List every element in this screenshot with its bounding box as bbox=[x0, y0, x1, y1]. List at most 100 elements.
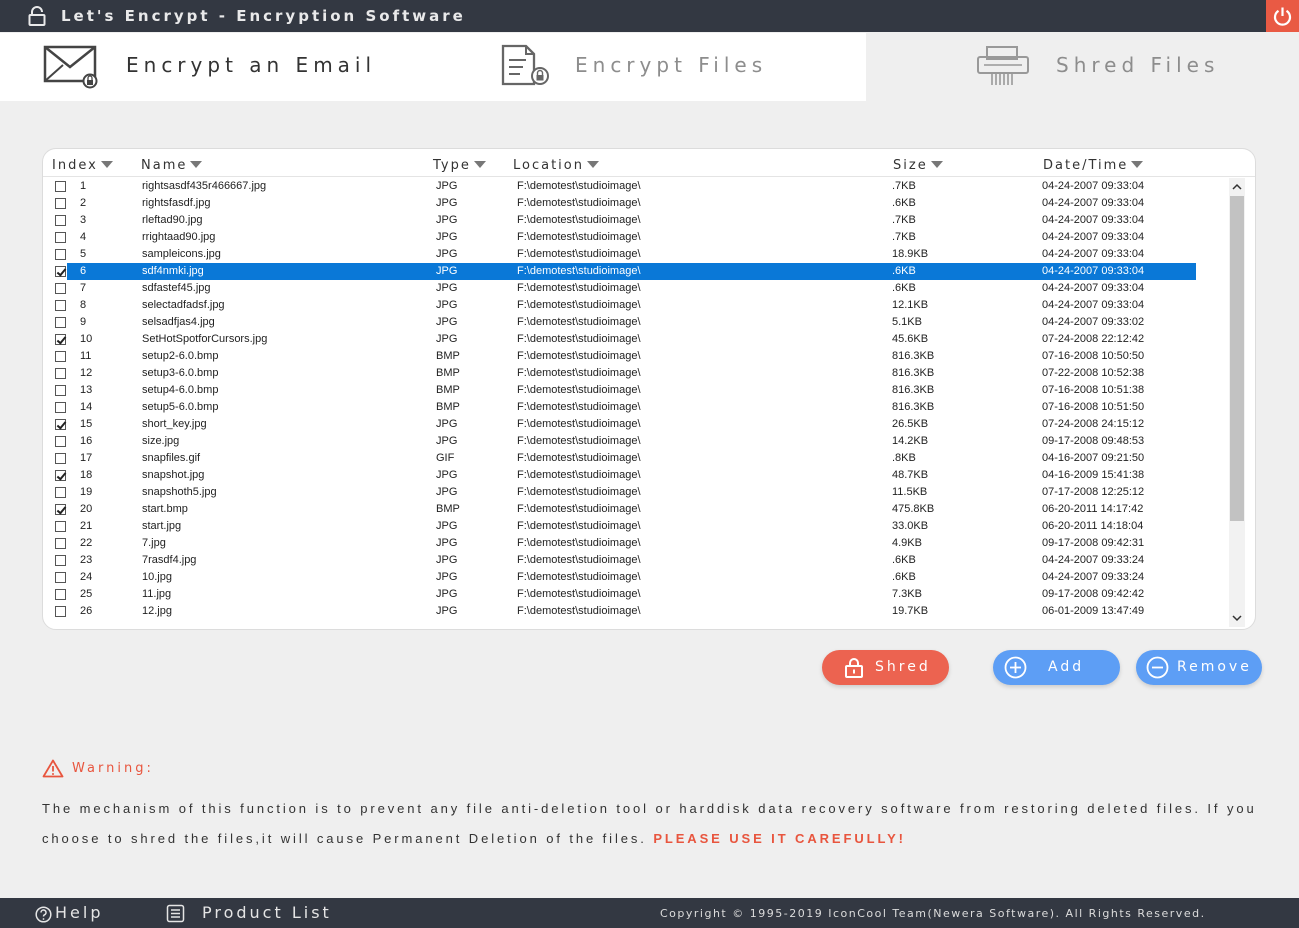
cell-name: setup4-6.0.bmp bbox=[142, 384, 219, 396]
minus-circle-icon bbox=[1146, 656, 1169, 679]
table-row[interactable]: 10 SetHotSpotforCursors.jpg JPG F:\demotest… bbox=[43, 331, 1229, 348]
cell-type: JPG bbox=[436, 469, 458, 481]
row-checkbox[interactable] bbox=[55, 589, 66, 600]
cell-location: F:\demotest\studioimage\ bbox=[517, 265, 641, 277]
row-checkbox[interactable] bbox=[55, 436, 66, 447]
table-row[interactable]: 12 setup3-6.0.bmp BMP F:\demotest\studioima… bbox=[43, 365, 1229, 382]
add-button-label: Add bbox=[1048, 659, 1085, 675]
row-checkbox[interactable] bbox=[55, 198, 66, 209]
table-row[interactable]: 22 7.jpg JPG F:\demotest\studioimage\ 4.9KB 0… bbox=[43, 535, 1229, 552]
shred-button[interactable]: Shred bbox=[822, 650, 949, 685]
row-checkbox[interactable] bbox=[55, 266, 66, 277]
row-checkbox[interactable] bbox=[55, 538, 66, 549]
row-checkbox[interactable] bbox=[55, 572, 66, 583]
cell-size: .8KB bbox=[892, 452, 916, 464]
table-row[interactable]: 3 rleftad90.jpg JPG F:\demotest\studioimage… bbox=[43, 212, 1229, 229]
cell-type: BMP bbox=[436, 503, 460, 515]
row-checkbox[interactable] bbox=[55, 283, 66, 294]
row-checkbox[interactable] bbox=[55, 368, 66, 379]
cell-date: 04-24-2007 09:33:04 bbox=[1042, 299, 1145, 311]
row-checkbox[interactable] bbox=[55, 487, 66, 498]
table-row[interactable]: 20 start.bmp BMP F:\demotest\studioimage\ 47… bbox=[43, 501, 1229, 518]
row-checkbox[interactable] bbox=[55, 453, 66, 464]
table-row[interactable]: 11 setup2-6.0.bmp BMP F:\demotest\studioima… bbox=[43, 348, 1229, 365]
scroll-up-icon[interactable] bbox=[1232, 182, 1242, 192]
row-checkbox[interactable] bbox=[55, 351, 66, 362]
cell-name: 11.jpg bbox=[142, 588, 172, 600]
table-row[interactable]: 16 size.jpg JPG F:\demotest\studioimage\ 14.… bbox=[43, 433, 1229, 450]
column-header-type[interactable]: Type bbox=[433, 158, 486, 173]
table-row[interactable]: 17 snapfiles.gif GIF F:\demotest\studioimag… bbox=[43, 450, 1229, 467]
table-row[interactable]: 15 short_key.jpg JPG F:\demotest\studioimag… bbox=[43, 416, 1229, 433]
cell-size: 816.3KB bbox=[892, 350, 935, 362]
footer-bar: Help Product List Copyright © 1995-2019 … bbox=[0, 898, 1299, 928]
cell-location: F:\demotest\studioimage\ bbox=[517, 554, 641, 566]
row-checkbox[interactable] bbox=[55, 334, 66, 345]
row-checkbox[interactable] bbox=[55, 521, 66, 532]
table-row[interactable]: 24 10.jpg JPG F:\demotest\studioimage\ .6KB 0… bbox=[43, 569, 1229, 586]
table-row[interactable]: 7 sdfastef45.jpg JPG F:\demotest\studioimag… bbox=[43, 280, 1229, 297]
row-checkbox[interactable] bbox=[55, 181, 66, 192]
row-checkbox[interactable] bbox=[55, 317, 66, 328]
cell-location: F:\demotest\studioimage\ bbox=[517, 180, 641, 192]
table-row[interactable]: 26 12.jpg JPG F:\demotest\studioimage\ 19.7K… bbox=[43, 603, 1229, 620]
add-button[interactable]: Add bbox=[993, 650, 1120, 685]
cell-date: 04-24-2007 09:33:04 bbox=[1042, 231, 1145, 243]
table-row[interactable]: 6 sdf4nmki.jpg JPG F:\demotest\studioimage\… bbox=[43, 263, 1229, 280]
cell-location: F:\demotest\studioimage\ bbox=[517, 605, 641, 617]
cell-location: F:\demotest\studioimage\ bbox=[517, 435, 641, 447]
table-row[interactable]: 23 7rasdf4.jpg JPG F:\demotest\studioimage\… bbox=[43, 552, 1229, 569]
table-row[interactable]: 2 rightsfasdf.jpg JPG F:\demotest\studioima… bbox=[43, 195, 1229, 212]
cell-date: 07-17-2008 12:25:12 bbox=[1042, 486, 1145, 498]
cell-size: 816.3KB bbox=[892, 367, 935, 379]
cell-location: F:\demotest\studioimage\ bbox=[517, 299, 641, 311]
row-checkbox[interactable] bbox=[55, 300, 66, 311]
column-header-datetime[interactable]: Date/Time bbox=[1043, 158, 1144, 173]
row-checkbox[interactable] bbox=[55, 385, 66, 396]
row-checkbox[interactable] bbox=[55, 555, 66, 566]
cell-type: JPG bbox=[436, 520, 458, 532]
cell-location: F:\demotest\studioimage\ bbox=[517, 503, 641, 515]
cell-name: setup3-6.0.bmp bbox=[142, 367, 219, 379]
vertical-scrollbar[interactable] bbox=[1229, 178, 1245, 627]
column-header-location[interactable]: Location bbox=[513, 158, 599, 173]
scrollbar-thumb[interactable] bbox=[1230, 196, 1244, 521]
column-header-name[interactable]: Name bbox=[141, 158, 203, 173]
remove-button[interactable]: Remove bbox=[1136, 650, 1262, 685]
table-row[interactable]: 5 sampleicons.jpg JPG F:\demotest\studioima… bbox=[43, 246, 1229, 263]
cell-index: 24 bbox=[80, 571, 93, 583]
row-checkbox[interactable] bbox=[55, 249, 66, 260]
table-row[interactable]: 25 11.jpg JPG F:\demotest\studioimage\ 7.3KB… bbox=[43, 586, 1229, 603]
table-row[interactable]: 1 rightsasdf435r466667.jpg JPG F:\demotest\… bbox=[43, 178, 1229, 195]
cell-index: 19 bbox=[80, 486, 93, 498]
row-checkbox[interactable] bbox=[55, 419, 66, 430]
row-checkbox[interactable] bbox=[55, 402, 66, 413]
row-checkbox[interactable] bbox=[55, 606, 66, 617]
table-row[interactable]: 9 selsadfjas4.jpg JPG F:\demotest\studioima… bbox=[43, 314, 1229, 331]
tab-shred-files[interactable]: Shred Files bbox=[866, 33, 1299, 101]
cell-location: F:\demotest\studioimage\ bbox=[517, 520, 641, 532]
warning-title: Warning: bbox=[72, 761, 154, 776]
row-checkbox[interactable] bbox=[55, 215, 66, 226]
column-header-size[interactable]: Size bbox=[893, 158, 943, 173]
cell-name: start.bmp bbox=[142, 503, 188, 515]
table-row[interactable]: 4 rrightaad90.jpg JPG F:\demotest\studioima… bbox=[43, 229, 1229, 246]
scroll-down-icon[interactable] bbox=[1232, 613, 1242, 623]
cell-index: 18 bbox=[80, 469, 93, 481]
cell-index: 15 bbox=[80, 418, 93, 430]
tab-encrypt-email[interactable]: Encrypt an Email bbox=[0, 33, 433, 101]
row-checkbox[interactable] bbox=[55, 470, 66, 481]
power-button[interactable] bbox=[1266, 0, 1299, 32]
table-row[interactable]: 8 selectadfadsf.jpg JPG F:\demotest\studioi… bbox=[43, 297, 1229, 314]
table-row[interactable]: 13 setup4-6.0.bmp BMP F:\demotest\studioima… bbox=[43, 382, 1229, 399]
row-checkbox[interactable] bbox=[55, 504, 66, 515]
column-header-index[interactable]: Index bbox=[52, 158, 113, 173]
tab-encrypt-files[interactable]: Encrypt Files bbox=[433, 33, 866, 101]
table-row[interactable]: 18 snapshot.jpg JPG F:\demotest\studioimage… bbox=[43, 467, 1229, 484]
cell-date: 04-24-2007 09:33:02 bbox=[1042, 316, 1145, 328]
table-row[interactable]: 19 snapshoth5.jpg JPG F:\demotest\studioima… bbox=[43, 484, 1229, 501]
table-row[interactable]: 21 start.jpg JPG F:\demotest\studioimage\ 33… bbox=[43, 518, 1229, 535]
row-checkbox[interactable] bbox=[55, 232, 66, 243]
cell-name: snapfiles.gif bbox=[142, 452, 201, 464]
table-row[interactable]: 14 setup5-6.0.bmp BMP F:\demotest\studioima… bbox=[43, 399, 1229, 416]
